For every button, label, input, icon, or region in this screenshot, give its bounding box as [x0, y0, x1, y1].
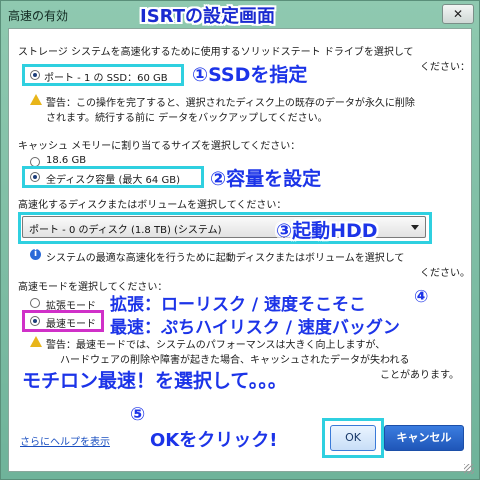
mode-maximized-label: 最速モード: [46, 319, 96, 330]
ssd-prompt-cont: ください：: [420, 62, 470, 73]
mode-warning: 警告：最速モードでは、システムのパフォーマンスは大きく向上しますが、: [46, 340, 386, 351]
annotation-step3: ③起動HDD: [276, 220, 378, 242]
volume-info-cont: ください。: [420, 268, 470, 279]
annotation-step5: ⑤: [130, 404, 146, 425]
cancel-button[interactable]: キャンセル: [384, 425, 464, 451]
info-icon: i: [30, 249, 41, 260]
mode-enhanced-radio[interactable]: [30, 298, 40, 308]
annotation-expansion: 拡張：ローリスク / 速度そこそこ: [110, 295, 367, 315]
close-icon: ✕: [452, 7, 464, 21]
mode-maximized-radio[interactable]: [30, 316, 40, 326]
annotation-step4: ④: [414, 287, 429, 307]
volume-prompt: 高速化するディスクまたはボリュームを選択してください：: [18, 200, 287, 211]
annotation-step2: ②容量を設定: [210, 168, 322, 190]
ssd-prompt: ストレージ システムを高速化するために使用するソリッドステート ドライブを選択し…: [18, 47, 414, 58]
annotation-fastest: 最速：ぷちハイリスク / 速度バッグン: [110, 318, 400, 338]
ssd-option-label: ポート - 1 の SSD：60 GB: [44, 73, 168, 84]
size-prompt: キャッシュ メモリーに割り当てるサイズを選択してください：: [18, 141, 301, 152]
size-small-label: 18.6 GB: [46, 155, 87, 166]
annotation-click-ok: OKをクリック!: [150, 430, 278, 451]
ok-button[interactable]: OK: [330, 425, 376, 451]
window-title: 高速の有効: [8, 9, 69, 23]
annotation-choose-fastest: モチロン最速！を選択して。。。: [22, 370, 287, 392]
close-button[interactable]: ✕: [442, 4, 474, 24]
ssd-warning-cont: されます。続行する前に データをバックアップしてください。: [46, 113, 328, 124]
size-full-radio[interactable]: [30, 172, 40, 182]
mode-warning-cont: ハードウェアの削除や障害が起きた場合、キャッシュされたデータが失われる: [60, 355, 410, 366]
annotation-step1: ①SSDを指定: [192, 64, 308, 86]
annotation-page-title: ISRTの設定画面: [140, 6, 275, 27]
warning-icon-2: [30, 336, 42, 347]
warning-icon: [30, 94, 42, 105]
volume-selected-value: ポート - 0 のディスク (1.8 TB) (システム): [29, 225, 222, 236]
size-full-label: 全ディスク容量 (最大 64 GB): [46, 175, 180, 186]
help-link[interactable]: さらにヘルプを表示: [20, 433, 110, 448]
mode-warning-end: ことがあります。: [380, 370, 459, 381]
resize-grip-icon[interactable]: [464, 464, 474, 474]
ssd-radio[interactable]: [30, 70, 40, 80]
ssd-warning: 警告：この操作を完了すると、選択されたディスク上の既存のデータが永久に削除: [46, 98, 415, 109]
volume-info: システムの最適な高速化を行うために起動ディスクまたはボリュームを選択して: [46, 253, 405, 264]
chevron-down-icon: [411, 225, 419, 230]
